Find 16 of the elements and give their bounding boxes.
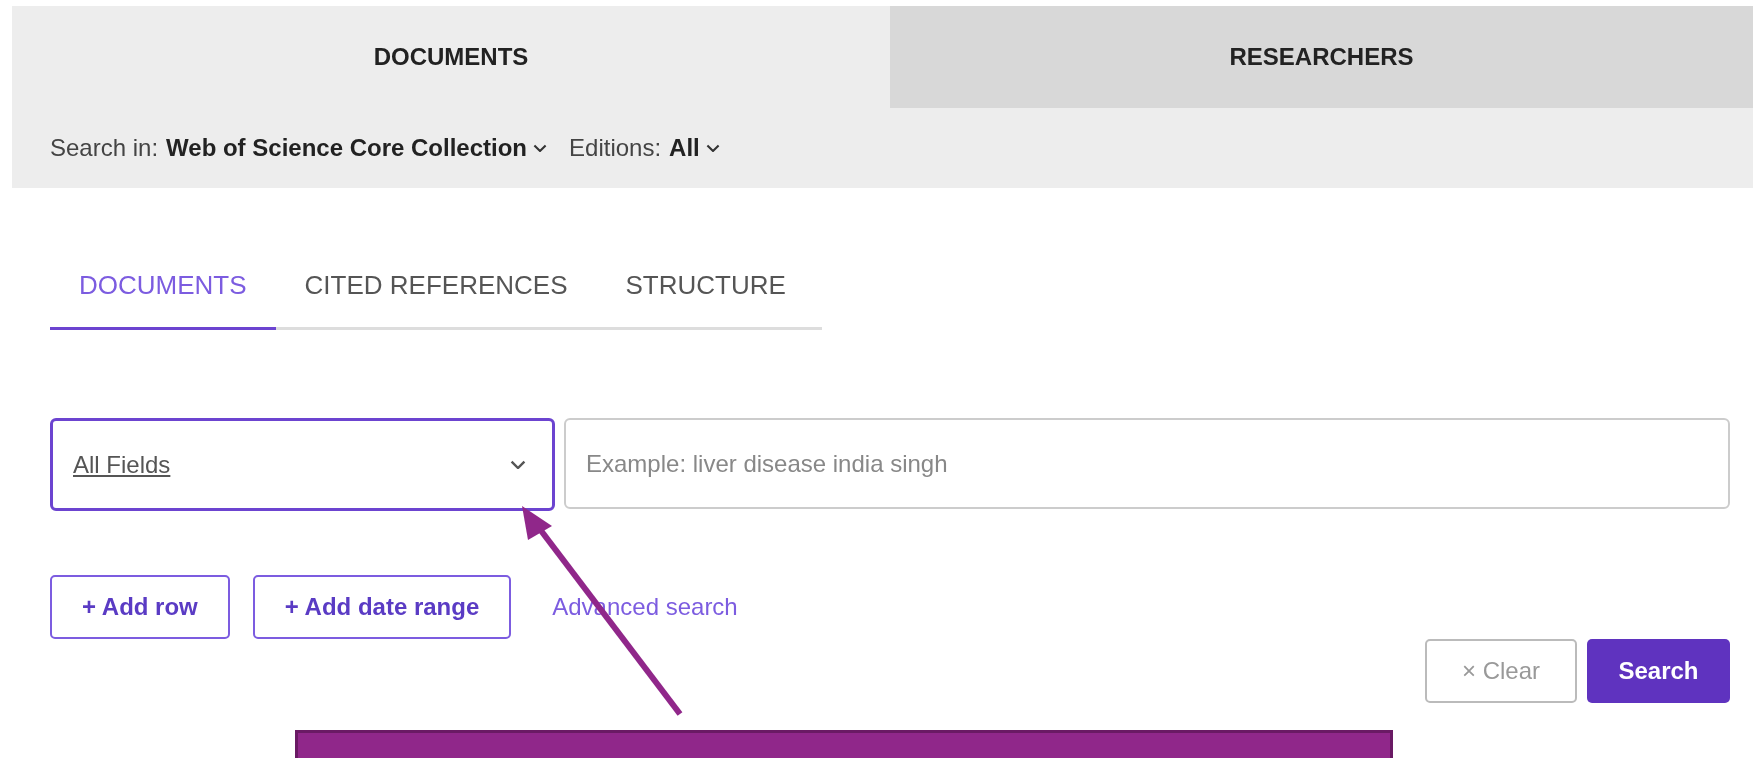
search-button[interactable]: Search xyxy=(1587,639,1730,703)
editions-dropdown[interactable]: All xyxy=(669,134,720,162)
caret-icon xyxy=(510,459,526,470)
field-select[interactable]: All Fields xyxy=(50,418,555,511)
caret-icon xyxy=(533,143,548,153)
add-button[interactable]: + Add row xyxy=(50,575,230,639)
search-field[interactable]: Example: liver disease india singh xyxy=(564,418,1730,509)
tab[interactable]: STRUCTURE xyxy=(596,270,815,330)
tab[interactable]: CITED REFERENCES xyxy=(275,270,597,330)
tab[interactable]: DOCUMENTS xyxy=(50,270,276,330)
tab[interactable]: RESEARCHERS xyxy=(890,6,1753,108)
caret-icon xyxy=(705,143,720,153)
collection-dropdown[interactable]: Web of Science Core Collection xyxy=(166,134,548,162)
editions-label: Editions: xyxy=(569,134,662,162)
search-in-label: Search in: xyxy=(50,134,159,162)
add-button[interactable]: + Add date range xyxy=(252,575,512,639)
